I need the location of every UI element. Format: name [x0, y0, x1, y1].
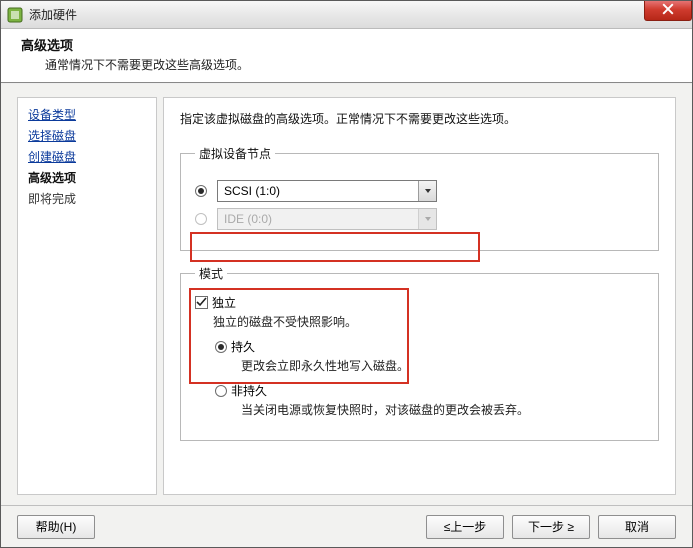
wizard-body: 设备类型 选择磁盘 创建磁盘 高级选项 即将完成 指定该虚拟磁盘的高级选项。正常… [1, 83, 692, 505]
sidebar-item-ready: 即将完成 [28, 190, 146, 207]
nonpersistent-row: 非持久 [215, 382, 644, 399]
independent-row: 独立 [195, 294, 644, 311]
nonpersistent-desc: 当关闭电源或恢复快照时，对该磁盘的更改会被丢弃。 [241, 401, 644, 418]
titlebar: 添加硬件 [1, 1, 692, 29]
persistent-desc: 更改会立即永久性地写入磁盘。 [241, 357, 644, 374]
scsi-combo-value: SCSI (1:0) [218, 184, 418, 198]
back-button[interactable]: ≤上一步 [426, 515, 504, 539]
app-icon [7, 7, 23, 23]
window-title: 添加硬件 [29, 6, 77, 23]
instruction-text: 指定该虚拟磁盘的高级选项。正常情况下不需要更改这些选项。 [180, 110, 659, 127]
mode-legend: 模式 [195, 265, 227, 282]
scsi-radio[interactable] [195, 185, 207, 197]
ide-combo-value: IDE (0:0) [218, 212, 418, 226]
chevron-down-icon [424, 184, 432, 198]
scsi-combo-button[interactable] [418, 181, 436, 201]
persistent-row: 持久 [215, 338, 644, 355]
highlight-scsi [190, 232, 480, 262]
cancel-button[interactable]: 取消 [598, 515, 676, 539]
wizard-header-title: 高级选项 [21, 35, 676, 54]
scsi-combo[interactable]: SCSI (1:0) [217, 180, 437, 202]
close-button[interactable] [644, 1, 692, 21]
sidebar-item-device-type[interactable]: 设备类型 [28, 106, 146, 123]
scsi-row: SCSI (1:0) [195, 180, 644, 202]
ide-combo-button [418, 209, 436, 229]
wizard-main: 指定该虚拟磁盘的高级选项。正常情况下不需要更改这些选项。 虚拟设备节点 SCSI… [163, 97, 676, 495]
mode-group: 模式 独立 独立的磁盘不受快照影响。 持久 更改会立即永久性地写入磁盘。 [180, 265, 659, 441]
wizard-header-subtitle: 通常情况下不需要更改这些高级选项。 [45, 56, 676, 73]
independent-checkbox[interactable] [195, 296, 208, 309]
ide-row: IDE (0:0) [195, 208, 644, 230]
sidebar-item-create-disk[interactable]: 创建磁盘 [28, 148, 146, 165]
nonpersistent-label: 非持久 [231, 382, 267, 399]
ide-combo: IDE (0:0) [217, 208, 437, 230]
nonpersistent-radio[interactable] [215, 385, 227, 397]
help-button[interactable]: 帮助(H) [17, 515, 95, 539]
persistent-label: 持久 [231, 338, 255, 355]
wizard-sidebar: 设备类型 选择磁盘 创建磁盘 高级选项 即将完成 [17, 97, 157, 495]
chevron-down-icon [424, 212, 432, 226]
independent-label: 独立 [212, 294, 236, 311]
next-button[interactable]: 下一步 ≥ [512, 515, 590, 539]
independent-desc: 独立的磁盘不受快照影响。 [213, 313, 644, 330]
persistent-radio[interactable] [215, 341, 227, 353]
sidebar-item-advanced: 高级选项 [28, 169, 146, 186]
wizard-header: 高级选项 通常情况下不需要更改这些高级选项。 [1, 29, 692, 83]
footer-right-group: ≤上一步 下一步 ≥ 取消 [426, 515, 676, 539]
close-icon [662, 3, 674, 18]
dialog-window: 添加硬件 高级选项 通常情况下不需要更改这些高级选项。 设备类型 选择磁盘 创建… [0, 0, 693, 548]
virtual-device-node-legend: 虚拟设备节点 [195, 145, 275, 162]
virtual-device-node-group: 虚拟设备节点 SCSI (1:0) IDE (0:0) [180, 145, 659, 251]
wizard-footer: 帮助(H) ≤上一步 下一步 ≥ 取消 [1, 505, 692, 547]
sidebar-item-select-disk[interactable]: 选择磁盘 [28, 127, 146, 144]
ide-radio [195, 213, 207, 225]
